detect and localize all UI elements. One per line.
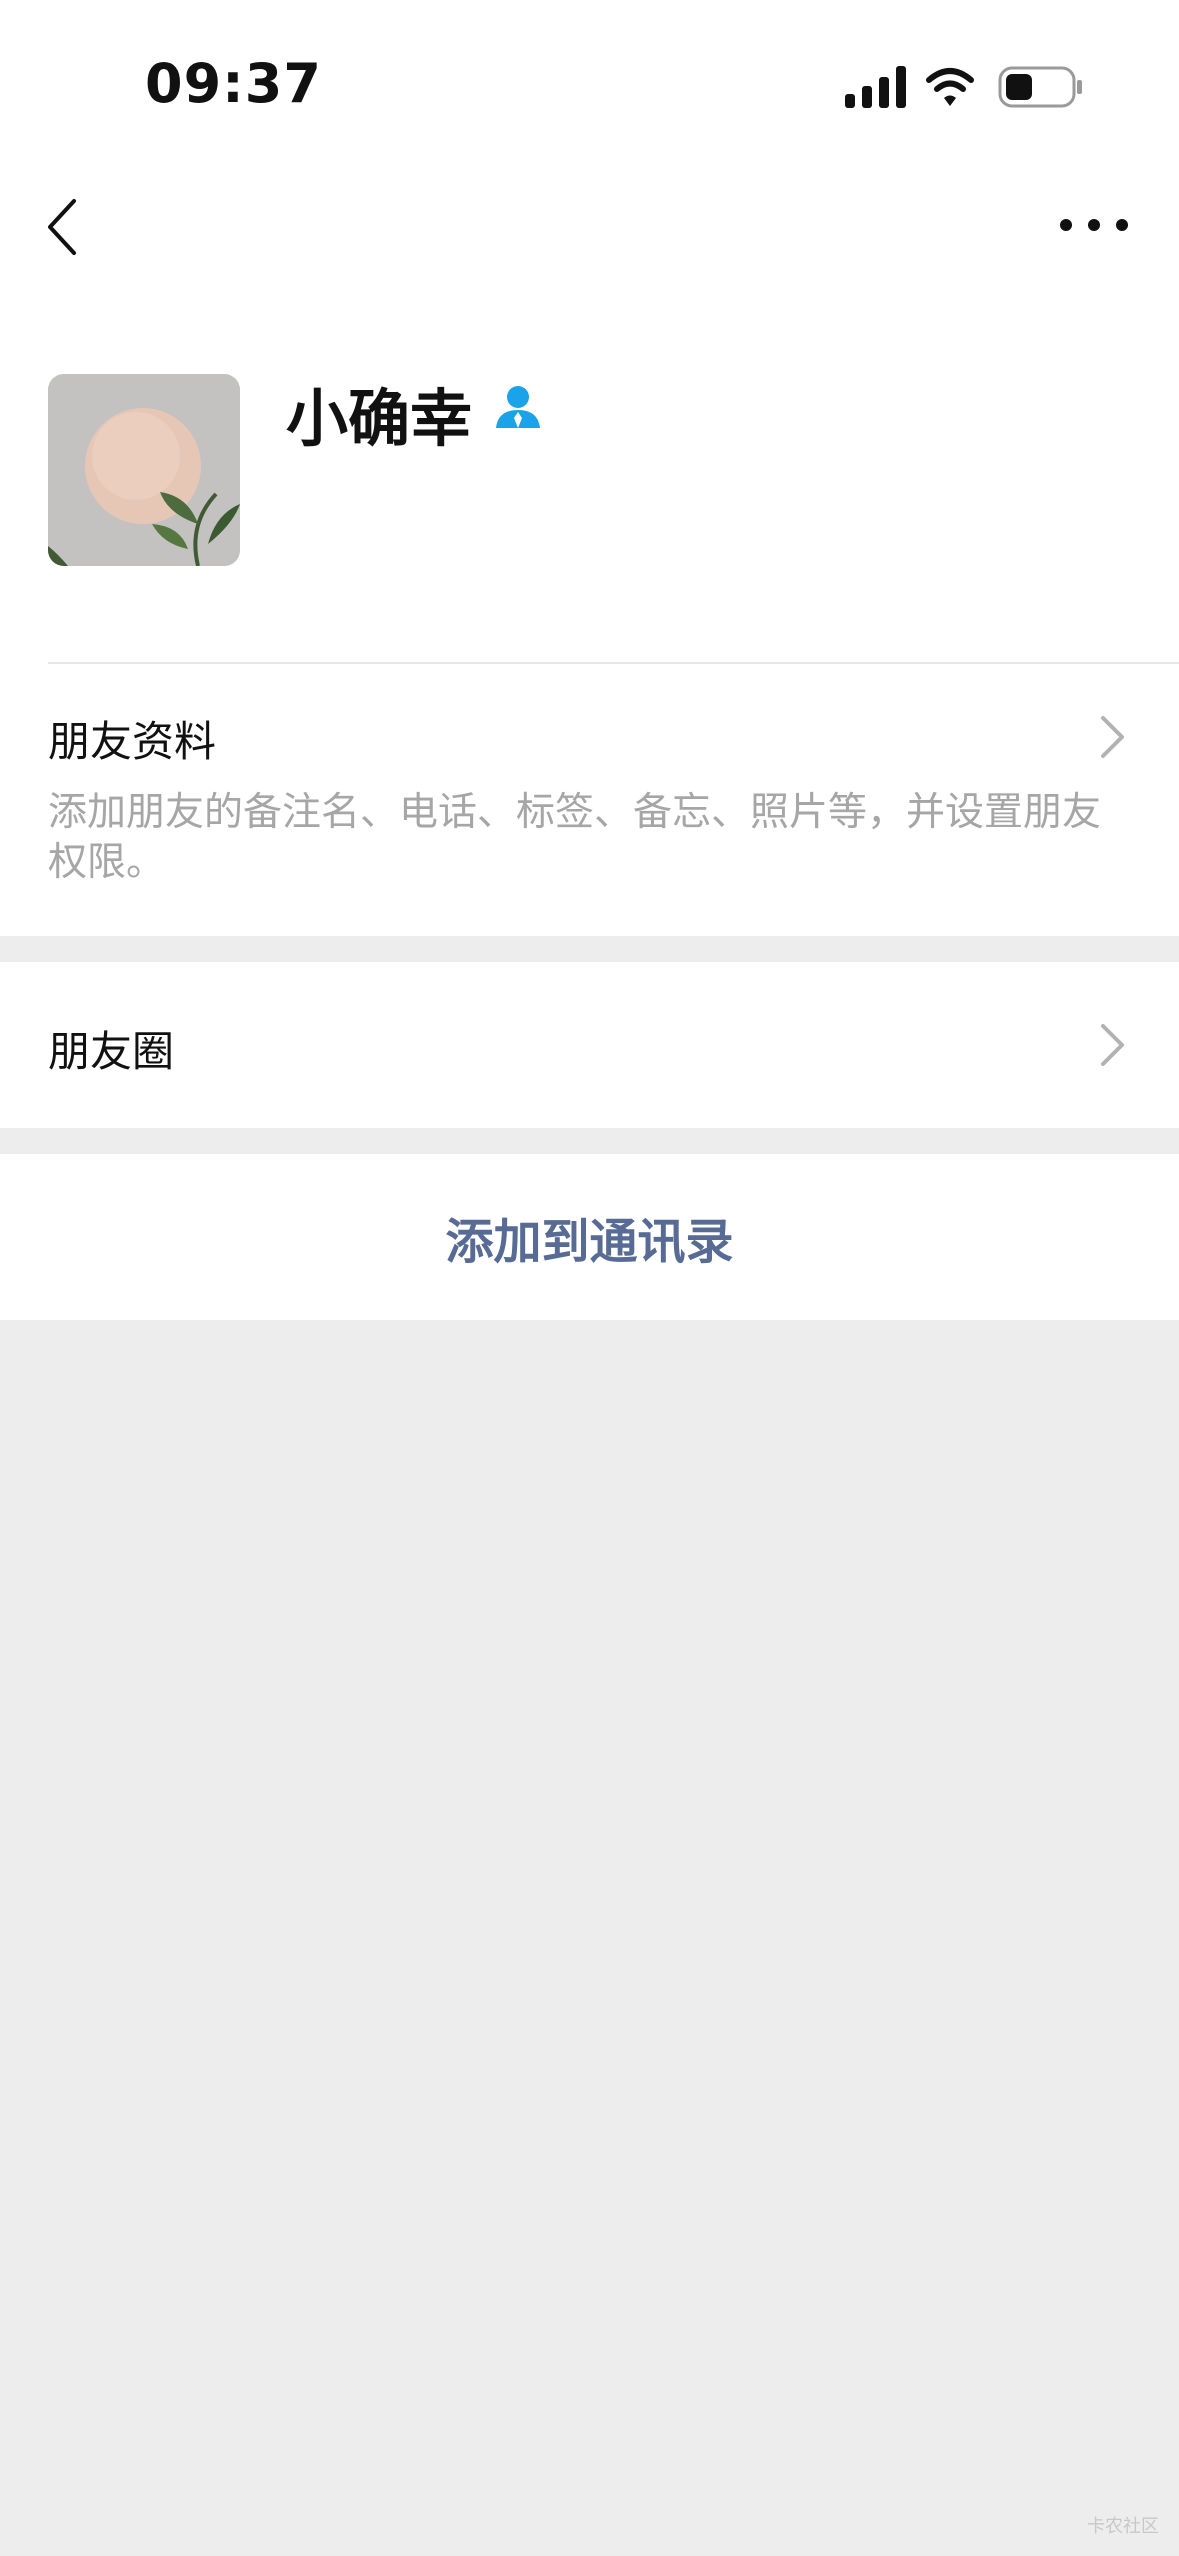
friend-info-title: 朋友资料 <box>48 717 217 766</box>
watermark: 卡农社区 <box>1087 2516 1159 2537</box>
add-to-contacts-button[interactable]: 添加到通讯录 <box>0 1154 1179 1320</box>
wifi-icon <box>926 68 974 106</box>
battery-icon <box>998 66 1082 108</box>
moments-title: 朋友圈 <box>48 1027 175 1076</box>
chevron-right-icon <box>1101 716 1124 758</box>
status-time: 09:37 <box>145 52 322 115</box>
moments-row[interactable] <box>0 962 1179 1128</box>
chevron-right-icon <box>1101 1024 1124 1066</box>
back-button[interactable] <box>40 195 90 260</box>
add-to-contacts-label: 添加到通讯录 <box>445 1214 734 1270</box>
contact-person-icon <box>496 386 540 428</box>
cellular-signal-icon <box>845 66 906 108</box>
avatar-image <box>48 374 240 566</box>
more-options-button[interactable] <box>1058 210 1130 240</box>
friend-info-description: 添加朋友的备注名、电话、标签、备忘、照片等，并设置朋友权限。 <box>48 790 1102 885</box>
profile-name: 小确幸 <box>286 382 473 455</box>
avatar[interactable] <box>48 374 240 566</box>
